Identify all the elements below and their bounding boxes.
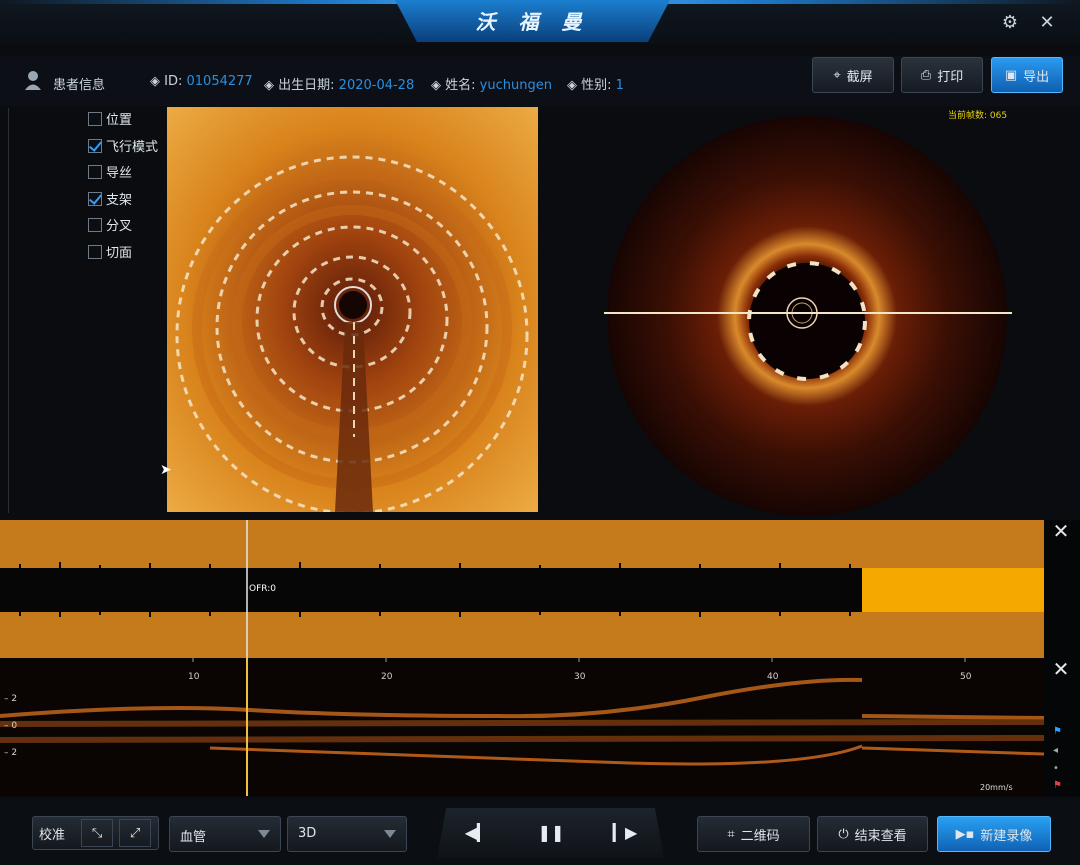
sex-value: 1 <box>615 78 624 93</box>
screenshot-button[interactable]: ⌖ 截屏 <box>812 57 894 93</box>
previous-frame-icon[interactable]: ◀▎ <box>440 808 514 856</box>
marker-icon[interactable]: ◂ <box>1053 745 1065 757</box>
cross-section-view[interactable] <box>604 108 1012 518</box>
mouse-cursor-icon: ➤ <box>160 462 172 478</box>
chevron-down-icon <box>258 830 270 838</box>
print-button[interactable]: ⎙ 打印 <box>901 57 983 93</box>
flag-red-icon[interactable]: ⚑ <box>1053 780 1065 792</box>
x-tick-label: 30 <box>574 672 586 682</box>
close-window-icon[interactable]: ✕ <box>1038 14 1056 32</box>
qr-code-icon: ⌗ <box>727 826 735 842</box>
pause-icon[interactable]: ❚❚ <box>514 808 588 856</box>
left-panel-edge <box>0 108 9 513</box>
checkbox[interactable] <box>88 164 102 179</box>
screenshot-icon: ⌖ <box>833 67 841 83</box>
patient-info-label: 患者信息 <box>53 78 106 93</box>
printer-icon: ⎙ <box>920 67 932 83</box>
qr-code-button[interactable]: ⌗ 二维码 <box>697 816 810 852</box>
chevron-down-icon <box>384 830 396 838</box>
diamond-icon: ◈ <box>431 78 441 93</box>
option-label: 分叉 <box>106 219 133 234</box>
diamond-icon: ◈ <box>150 74 160 89</box>
checkbox-checked[interactable] <box>88 191 102 206</box>
dot-icon[interactable]: • <box>1053 763 1065 775</box>
end-review-button[interactable]: ⏻ 结束查看 <box>817 816 928 852</box>
option-label: 位置 <box>106 113 133 128</box>
expand-icon[interactable]: ⤢ <box>119 819 152 847</box>
close-long-view-icon[interactable]: ✕ <box>1044 520 1078 554</box>
calibrate-group: 校准 ⤡ ⤢ <box>32 816 159 850</box>
y-tick-label: – 0 <box>4 721 18 731</box>
diamond-icon: ◈ <box>264 78 274 93</box>
checkbox[interactable] <box>88 111 102 126</box>
option-section[interactable]: 切面 <box>88 242 132 261</box>
option-position[interactable]: 位置 <box>88 109 132 128</box>
view-mode-value: 3D <box>298 826 317 841</box>
option-stent[interactable]: 支架 <box>88 189 132 208</box>
new-recording-button[interactable]: ▶▪ 新建录像 <box>937 816 1051 852</box>
user-icon <box>24 70 42 90</box>
option-label: 支架 <box>106 193 133 208</box>
vessel-select[interactable]: 血管 <box>169 816 281 852</box>
lmode-view[interactable] <box>0 658 1045 796</box>
option-label: 飞行模式 <box>106 140 159 155</box>
name-value: yuchungen <box>479 78 552 93</box>
next-frame-icon[interactable]: ▎▶ <box>588 808 662 856</box>
vessel-select-value: 血管 <box>180 830 207 845</box>
x-tick-label: 10 <box>188 672 200 682</box>
app-title: 沃 福 曼 <box>475 10 590 34</box>
option-bifurcation[interactable]: 分叉 <box>88 215 132 234</box>
patient-dob: ◈ 出生日期: 2020-04-28 <box>264 74 414 93</box>
power-icon: ⏻ <box>838 826 849 842</box>
export-folder-icon: ▣ <box>1004 67 1018 83</box>
flag-blue-icon[interactable]: ⚑ <box>1053 726 1065 738</box>
option-label: 导丝 <box>106 166 133 181</box>
screenshot-label: 截屏 <box>846 69 873 85</box>
x-tick-label: 40 <box>767 672 779 682</box>
current-frame-label: 当前帧数: 065 <box>948 111 1008 121</box>
dob-label: 出生日期: <box>278 78 335 93</box>
end-review-label: 结束查看 <box>854 828 907 844</box>
dob-value: 2020-04-28 <box>338 78 415 93</box>
option-guidewire[interactable]: 导丝 <box>88 162 132 181</box>
new-recording-label: 新建录像 <box>980 828 1033 844</box>
x-tick-label: 20 <box>381 672 393 682</box>
calibrate-label: 校准 <box>39 827 66 843</box>
name-label: 姓名: <box>445 78 476 93</box>
view-mode-select[interactable]: 3D <box>287 816 407 852</box>
checkbox-checked[interactable] <box>88 138 102 153</box>
sex-label: 性别: <box>581 78 612 93</box>
id-value: 01054277 <box>186 74 253 89</box>
x-tick-label: 50 <box>960 672 972 682</box>
checkbox[interactable] <box>88 217 102 232</box>
patient-name: ◈ 姓名: yuchungen <box>431 74 552 93</box>
diamond-icon: ◈ <box>567 78 577 93</box>
export-label: 导出 <box>1023 69 1050 85</box>
y-tick-label: – 2 <box>4 694 18 704</box>
speed-label: 20mm/s <box>980 783 1013 792</box>
checkbox[interactable] <box>88 244 102 259</box>
print-label: 打印 <box>937 69 964 85</box>
vessel-3d-view[interactable] <box>167 107 538 512</box>
shrink-icon[interactable]: ⤡ <box>81 819 114 847</box>
id-label: ID: <box>164 74 183 89</box>
close-lmode-icon[interactable]: ✕ <box>1044 658 1078 692</box>
option-label: 切面 <box>106 246 133 261</box>
y-tick-label: – 2 <box>4 748 18 758</box>
patient-sex: ◈ 性别: 1 <box>567 74 624 93</box>
settings-gear-icon[interactable]: ⚙ <box>1001 14 1019 32</box>
export-button[interactable]: ▣ 导出 <box>991 57 1063 93</box>
qr-code-label: 二维码 <box>740 828 780 844</box>
patient-id: ◈ ID: 01054277 <box>150 74 253 89</box>
option-flight-mode[interactable]: 飞行模式 <box>88 136 158 155</box>
video-camera-icon: ▶▪ <box>955 826 975 842</box>
ofr-label: OFR:0 <box>249 584 276 594</box>
longitudinal-view[interactable] <box>0 520 1044 658</box>
